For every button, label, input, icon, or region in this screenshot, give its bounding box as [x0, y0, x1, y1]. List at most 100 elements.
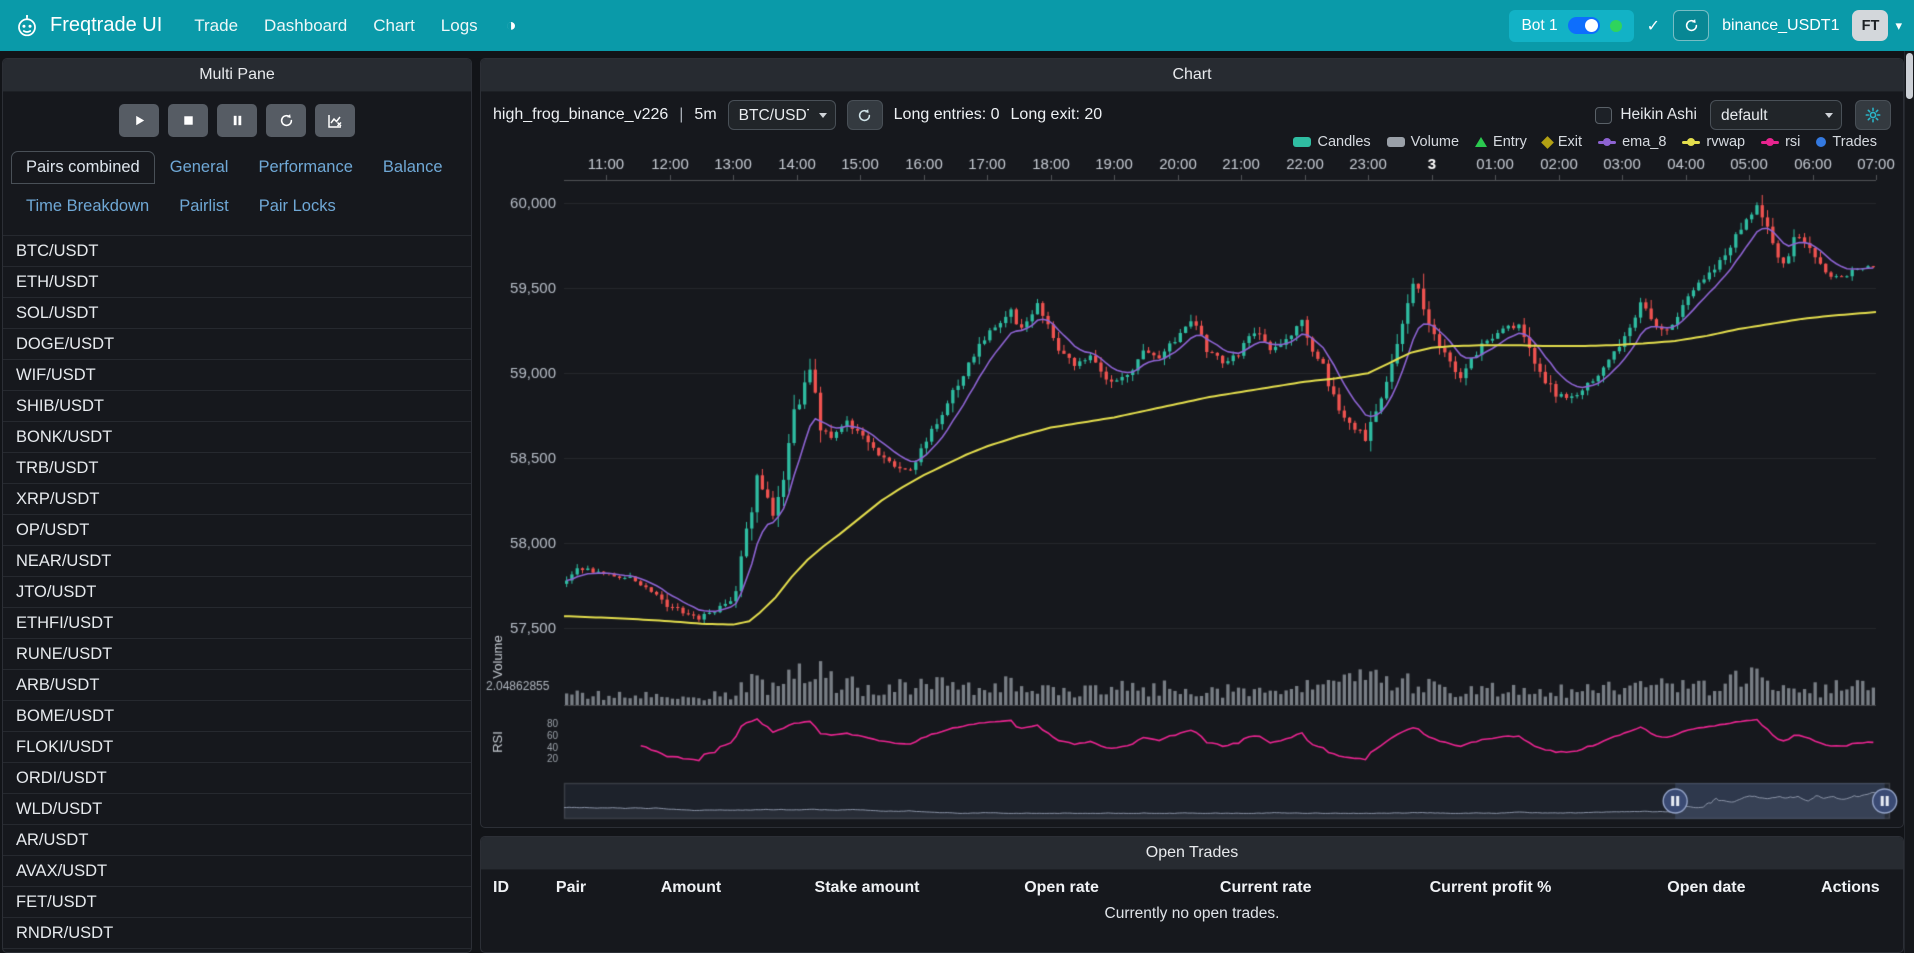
- pair-list-item[interactable]: WLD/USDT: [3, 794, 471, 825]
- pause-button[interactable]: [217, 104, 257, 137]
- legend-item[interactable]: Trades: [1816, 134, 1877, 150]
- navbar-link[interactable]: Chart: [361, 7, 427, 45]
- column-header[interactable]: Current rate: [1220, 879, 1430, 897]
- pair-list-item[interactable]: SOL/USDT: [3, 298, 471, 329]
- pair-list-item[interactable]: JTO/USDT: [3, 577, 471, 608]
- price-chart-canvas[interactable]: [484, 153, 1900, 821]
- tab[interactable]: Time Breakdown: [11, 190, 164, 223]
- navbar-link[interactable]: Dashboard: [252, 7, 359, 45]
- main-layout: Multi Pane: [0, 51, 1914, 953]
- navbar-link[interactable]: Logs: [429, 7, 490, 45]
- tab[interactable]: Pairs combined: [11, 151, 155, 184]
- legend-item[interactable]: Candles: [1293, 134, 1370, 150]
- column-header[interactable]: Current profit %: [1430, 879, 1668, 897]
- global-refresh-button[interactable]: [1673, 10, 1709, 41]
- legend-item[interactable]: ema_8: [1598, 134, 1666, 150]
- pair-list-item[interactable]: ETH/USDT: [3, 267, 471, 298]
- pair-list-item[interactable]: BONK/USDT: [3, 422, 471, 453]
- navbar-right: Bot 1 ✓ binance_USDT1 FT ▾: [1509, 10, 1902, 42]
- pair-list-item[interactable]: BTC/USDT: [3, 236, 471, 267]
- refresh-icon: [1684, 18, 1699, 33]
- pair-list-item[interactable]: DOT/USDT: [3, 949, 471, 952]
- pair-list-item[interactable]: SHIB/USDT: [3, 391, 471, 422]
- top-navbar: Freqtrade UI TradeDashboardChartLogs ◑ B…: [0, 0, 1914, 51]
- chart-panel: Chart high_frog_binance_v226 | 5m BTC/US…: [480, 58, 1904, 828]
- bot-name: Bot 1: [1521, 17, 1557, 35]
- chart-panel-header: Chart: [481, 59, 1903, 92]
- pause-icon: [230, 113, 245, 128]
- play-icon: [132, 113, 147, 128]
- pair-list-item[interactable]: NEAR/USDT: [3, 546, 471, 577]
- long-exit-label: Long exit: 20: [1011, 106, 1103, 124]
- bot-controls: [3, 92, 471, 145]
- pair-list-item[interactable]: TRB/USDT: [3, 453, 471, 484]
- pair-list-item[interactable]: RNDR/USDT: [3, 918, 471, 949]
- column-header[interactable]: Amount: [661, 879, 815, 897]
- legend-item[interactable]: Entry: [1475, 134, 1527, 150]
- legend-item[interactable]: Volume: [1387, 134, 1459, 150]
- pair-list-item[interactable]: AVAX/USDT: [3, 856, 471, 887]
- plot-settings-button[interactable]: [1855, 100, 1891, 130]
- column-header[interactable]: Pair: [556, 879, 661, 897]
- theme-toggle-icon[interactable]: ◑: [496, 7, 527, 44]
- clear-chart-button[interactable]: [315, 104, 355, 137]
- legend-marker-icon: [1293, 137, 1311, 147]
- tab[interactable]: Pairlist: [164, 190, 244, 223]
- legend-marker-icon: [1761, 141, 1779, 144]
- column-header[interactable]: Open date: [1667, 879, 1821, 897]
- heikin-ashi-label: Heikin Ashi: [1620, 106, 1697, 124]
- pair-list-item[interactable]: FET/USDT: [3, 887, 471, 918]
- chart-x-icon: [327, 113, 343, 129]
- pair-select[interactable]: BTC/USDT: [728, 100, 836, 130]
- pair-list-item[interactable]: AR/USDT: [3, 825, 471, 856]
- pair-list-item[interactable]: ORDI/USDT: [3, 763, 471, 794]
- gear-icon: [1865, 107, 1881, 123]
- legend-item[interactable]: rvwap: [1682, 134, 1745, 150]
- long-entries-label: Long entries: 0: [894, 106, 1000, 124]
- plot-config-select[interactable]: default: [1710, 100, 1842, 130]
- app-brand[interactable]: Freqtrade UI: [14, 13, 162, 39]
- pair-list-item[interactable]: RUNE/USDT: [3, 639, 471, 670]
- pair-list-item[interactable]: DOGE/USDT: [3, 329, 471, 360]
- start-button[interactable]: [119, 104, 159, 137]
- bot-online-dot: [1610, 20, 1622, 32]
- freqtrade-logo-icon: [14, 13, 40, 39]
- tab[interactable]: General: [155, 151, 244, 184]
- legend-marker-icon: [1541, 136, 1554, 149]
- open-trades-header: Open Trades: [481, 837, 1903, 870]
- right-column: Chart high_frog_binance_v226 | 5m BTC/US…: [480, 58, 1904, 953]
- column-header[interactable]: ID: [493, 879, 556, 897]
- heikin-ashi-checkbox[interactable]: [1595, 107, 1612, 124]
- check-icon: ✓: [1647, 16, 1660, 36]
- reload-config-button[interactable]: [266, 104, 306, 137]
- column-header[interactable]: Actions: [1821, 879, 1891, 897]
- pair-list-item[interactable]: OP/USDT: [3, 515, 471, 546]
- chart-refresh-button[interactable]: [847, 100, 883, 130]
- stop-button[interactable]: [168, 104, 208, 137]
- pair-select-input[interactable]: BTC/USDT: [728, 100, 836, 130]
- bot-toggle-switch[interactable]: [1568, 17, 1600, 34]
- column-header[interactable]: Open rate: [1024, 879, 1220, 897]
- navbar-link[interactable]: Trade: [182, 7, 250, 45]
- separator: |: [679, 106, 683, 124]
- legend-item[interactable]: Exit: [1543, 134, 1582, 150]
- legend-item[interactable]: rsi: [1761, 134, 1800, 150]
- pair-list-item[interactable]: WIF/USDT: [3, 360, 471, 391]
- page-scrollbar[interactable]: [1904, 51, 1914, 953]
- heikin-ashi-toggle[interactable]: Heikin Ashi: [1595, 106, 1697, 124]
- pair-list-item[interactable]: XRP/USDT: [3, 484, 471, 515]
- tab[interactable]: Pair Locks: [244, 190, 351, 223]
- pair-list-item[interactable]: BOME/USDT: [3, 701, 471, 732]
- column-header[interactable]: Stake amount: [815, 879, 1025, 897]
- pair-list-item[interactable]: ETHFI/USDT: [3, 608, 471, 639]
- pair-list-item[interactable]: ARB/USDT: [3, 670, 471, 701]
- plot-config-select-input[interactable]: default: [1710, 100, 1842, 130]
- stop-icon: [181, 113, 196, 128]
- user-menu[interactable]: FT ▾: [1852, 10, 1902, 41]
- open-trades-columns: IDPairAmountStake amountOpen rateCurrent…: [481, 870, 1903, 902]
- bot-selector-chip[interactable]: Bot 1: [1509, 10, 1633, 42]
- tab[interactable]: Balance: [368, 151, 458, 184]
- tab[interactable]: Performance: [243, 151, 367, 184]
- pair-list-item[interactable]: FLOKI/USDT: [3, 732, 471, 763]
- scrollbar-thumb[interactable]: [1906, 53, 1913, 99]
